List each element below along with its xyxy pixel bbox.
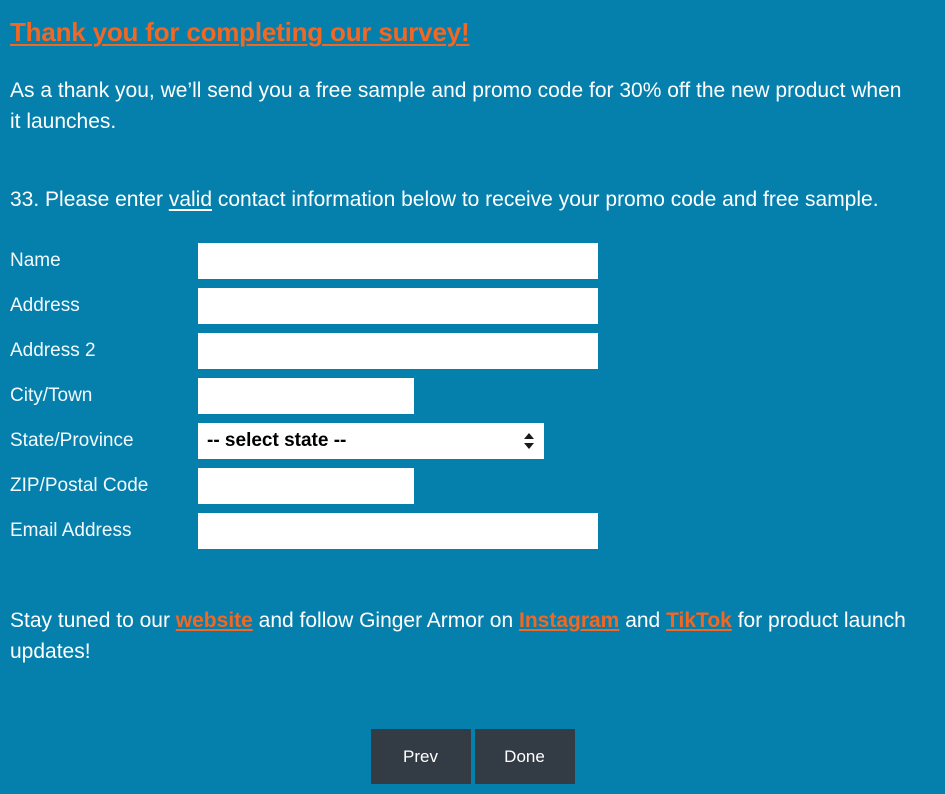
state-province-select[interactable]: -- select state -- xyxy=(198,422,544,459)
outro-text-part1: Stay tuned to our xyxy=(10,609,170,632)
field-cell-address xyxy=(198,283,598,328)
form-row-city: City/Town xyxy=(10,373,598,418)
address-input[interactable] xyxy=(198,287,598,324)
form-row-address: Address xyxy=(10,283,598,328)
question-33-text: 33. Please enter valid contact informati… xyxy=(10,137,910,216)
city-town-input[interactable] xyxy=(198,377,414,414)
intro-paragraph: As a thank you, we’ll send you a free sa… xyxy=(10,79,902,133)
name-input[interactable] xyxy=(198,242,598,279)
page-title: Thank you for completing our survey! xyxy=(10,17,470,47)
field-cell-state: -- select state -- xyxy=(198,418,598,463)
form-row-name: Name xyxy=(10,238,598,283)
form-label-name: Name xyxy=(10,249,61,271)
website-link[interactable]: website xyxy=(176,609,253,632)
form-row-zip: ZIP/Postal Code xyxy=(10,463,598,508)
form-label-address-2: Address 2 xyxy=(10,339,96,361)
question-emphasis-valid: valid xyxy=(168,188,213,211)
email-address-input[interactable] xyxy=(198,512,598,549)
instagram-link[interactable]: Instagram xyxy=(519,609,619,632)
form-label-email: Email Address xyxy=(10,519,132,541)
outro-paragraph: Stay tuned to our website and follow Gin… xyxy=(10,553,920,667)
question-number: 33. xyxy=(10,188,40,211)
form-label-city: City/Town xyxy=(10,384,93,406)
outro-text-part2: and follow Ginger Armor on xyxy=(258,609,514,632)
state-select-wrapper: -- select state -- xyxy=(198,422,544,459)
zip-postal-code-input[interactable] xyxy=(198,467,414,504)
form-label-state: State/Province xyxy=(10,429,134,451)
label-cell-state: State/Province xyxy=(10,418,198,463)
label-cell-address: Address xyxy=(10,283,198,328)
form-label-zip: ZIP/Postal Code xyxy=(10,474,149,496)
label-cell-address-2: Address 2 xyxy=(10,328,198,373)
field-cell-address-2 xyxy=(198,328,598,373)
question-text-part1: Please enter xyxy=(45,188,163,211)
outro-text-part3: and xyxy=(625,609,661,632)
label-cell-email: Email Address xyxy=(10,508,198,553)
form-row-email: Email Address xyxy=(10,508,598,553)
question-text-part2: contact information below to receive you… xyxy=(217,188,879,211)
label-cell-name: Name xyxy=(10,238,198,283)
field-cell-email xyxy=(198,508,598,553)
field-cell-name xyxy=(198,238,598,283)
survey-page: Thank you for completing our survey! As … xyxy=(0,0,945,794)
address-2-input[interactable] xyxy=(198,332,598,369)
done-button[interactable]: Done xyxy=(474,729,575,784)
form-row-state: State/Province -- select state -- xyxy=(10,418,598,463)
label-cell-zip: ZIP/Postal Code xyxy=(10,463,198,508)
form-label-address: Address xyxy=(10,294,80,316)
tiktok-link[interactable]: TikTok xyxy=(666,609,732,632)
contact-information-form: Name Address Address 2 City/Town State/P… xyxy=(10,216,598,553)
form-row-address-2: Address 2 xyxy=(10,328,598,373)
prev-button[interactable]: Prev xyxy=(370,729,471,784)
label-cell-city: City/Town xyxy=(10,373,198,418)
navigation-buttons: Prev Done xyxy=(0,729,945,784)
field-cell-zip xyxy=(198,463,598,508)
field-cell-city xyxy=(198,373,598,418)
